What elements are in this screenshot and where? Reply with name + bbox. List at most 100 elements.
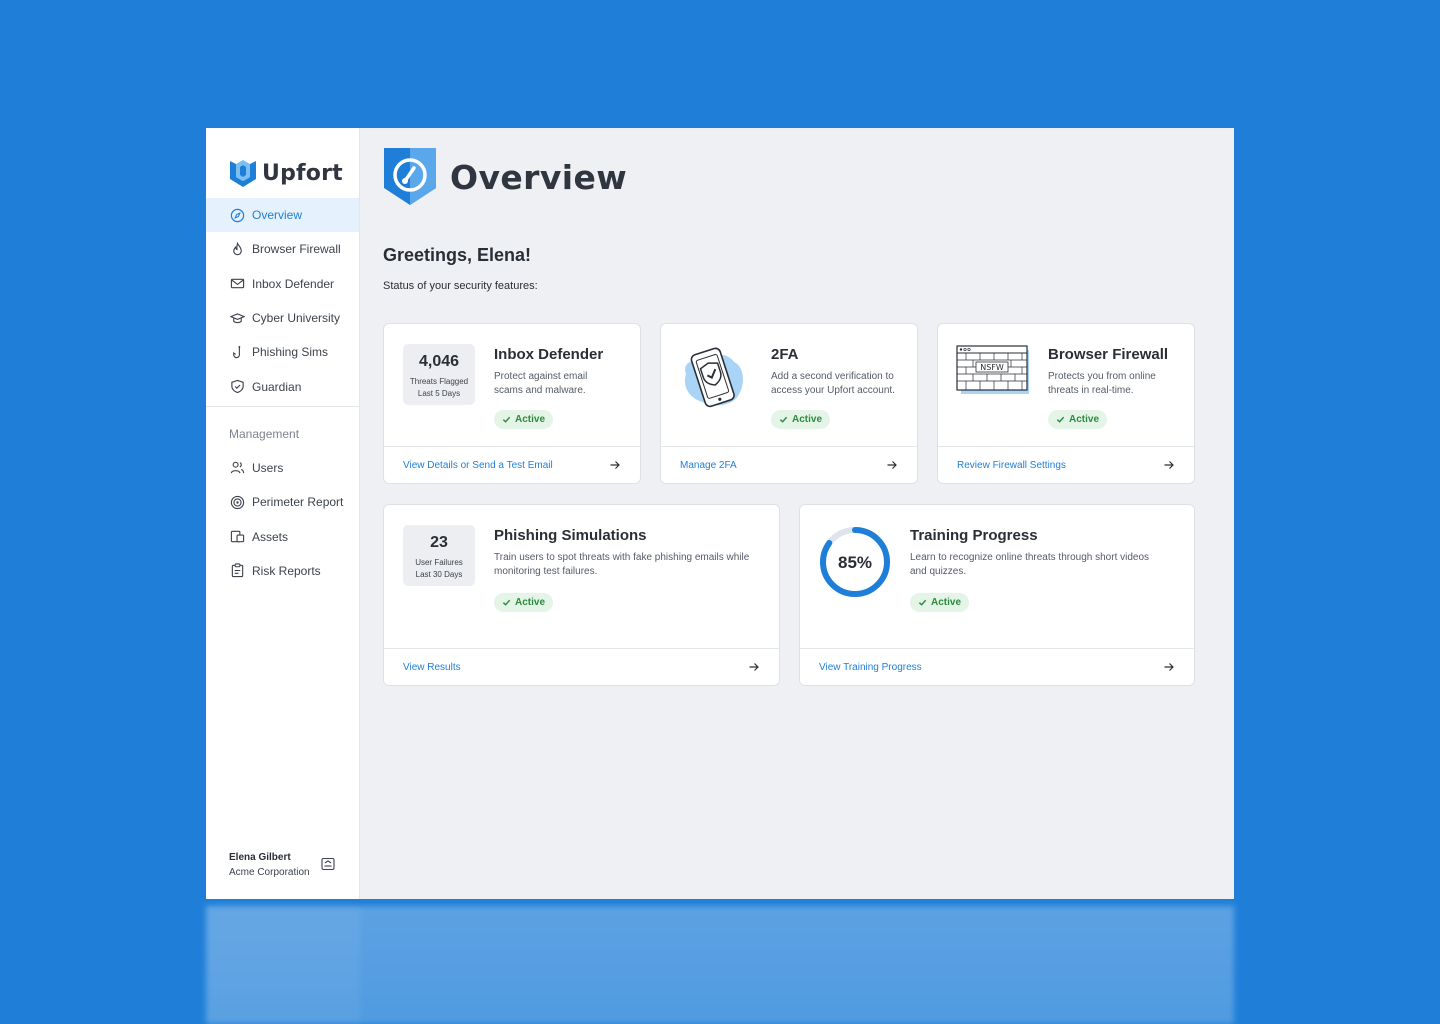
main-content: Overview Greetings, Elena! Status of you… xyxy=(360,128,1234,899)
card-footer-link[interactable]: Review Firewall Settings xyxy=(938,446,1194,483)
stat-label-line-1: Threats Flagged xyxy=(409,377,469,386)
status-badge: Active xyxy=(771,410,831,429)
stat-threats-flagged: 4,046 Threats Flagged Last 5 Days xyxy=(403,344,475,405)
sidebar-item-phishing-sims[interactable]: Phishing Sims xyxy=(206,335,359,369)
card-description-line-1: Train users to spot threats with fake ph… xyxy=(494,552,750,563)
card-footer-link[interactable]: Manage 2FA xyxy=(661,446,917,483)
logout-icon[interactable] xyxy=(321,857,335,871)
checkmark-icon xyxy=(918,599,927,606)
arrow-right-icon xyxy=(1164,663,1174,671)
sidebar-item-label: Assets xyxy=(252,529,289,544)
sidebar-item-browser-firewall[interactable]: Browser Firewall xyxy=(206,232,359,266)
stat-label-line-2: Last 30 Days xyxy=(415,570,463,579)
sidebar-item-overview[interactable]: Overview xyxy=(206,198,359,233)
card-title: 2FA xyxy=(771,346,799,363)
training-progress-ring: 85% xyxy=(820,527,890,597)
upfort-logo-icon xyxy=(230,160,256,187)
checkmark-icon xyxy=(1056,416,1065,423)
sidebar-item-guardian[interactable]: Guardian xyxy=(206,369,359,403)
sidebar-item-label: Browser Firewall xyxy=(252,242,341,257)
firewall-browser-illustration: NSFW xyxy=(956,345,1029,394)
card-description-line-1: Learn to recognize online threats throug… xyxy=(910,552,1150,563)
stat-label-line-1: User Failures xyxy=(415,558,463,567)
card-description: Learn to recognize online threats throug… xyxy=(910,551,1149,579)
assets-icon xyxy=(229,529,245,545)
sidebar-item-label: Phishing Sims xyxy=(252,345,329,360)
sidebar-item-risk-reports[interactable]: Risk Reports xyxy=(206,554,359,588)
sidebar-item-perimeter-report[interactable]: Perimeter Report xyxy=(206,485,359,519)
fishhook-icon xyxy=(229,344,245,360)
arrow-right-icon xyxy=(887,461,897,469)
app-window: Upfort Overview Browser Firewall Inbox D… xyxy=(206,128,1234,899)
card-description: Add a second verification to access your… xyxy=(771,370,895,398)
card-description-line-2: scams and malware. xyxy=(494,385,586,396)
review-firewall-settings-link[interactable]: Review Firewall Settings xyxy=(957,460,1066,471)
card-2fa: 2FA Add a second verification to access … xyxy=(660,323,918,484)
status-text: Active xyxy=(515,597,546,608)
view-details-link[interactable]: View Details or Send a Test Email xyxy=(403,460,553,471)
card-title: Phishing Simulations xyxy=(494,527,647,544)
sidebar-item-label: Inbox Defender xyxy=(252,276,335,291)
sidebar-item-assets[interactable]: Assets xyxy=(206,519,359,553)
page-header: Overview xyxy=(384,148,627,206)
status-text: Active xyxy=(931,597,962,608)
card-description-line-2: monitoring test failures. xyxy=(494,566,598,577)
arrow-right-icon xyxy=(610,461,620,469)
stat-value: 23 xyxy=(430,534,448,551)
manage-2fa-link[interactable]: Manage 2FA xyxy=(680,460,737,471)
sidebar-item-cyber-university[interactable]: Cyber University xyxy=(206,301,359,335)
flame-icon xyxy=(229,241,245,257)
users-icon xyxy=(229,460,245,476)
stat-label: Threats Flagged Last 5 Days xyxy=(403,376,475,400)
target-icon xyxy=(229,494,245,510)
brand-name: Upfort xyxy=(262,160,343,186)
sidebar: Upfort Overview Browser Firewall Inbox D… xyxy=(206,128,360,899)
progress-percent: 85% xyxy=(838,553,872,572)
status-text: Active xyxy=(515,414,546,425)
page-title: Overview xyxy=(450,157,628,197)
greeting: Greetings, Elena! xyxy=(383,245,532,265)
sidebar-item-label: Overview xyxy=(252,208,303,223)
card-description-line-2: and quizzes. xyxy=(910,566,967,577)
card-footer-link[interactable]: View Training Progress xyxy=(800,648,1194,685)
arrow-right-icon xyxy=(1164,461,1174,469)
stat-value: 4,046 xyxy=(418,353,460,370)
sidebar-item-label: Users xyxy=(252,460,284,475)
view-results-link[interactable]: View Results xyxy=(403,662,461,673)
sidebar-item-inbox-defender[interactable]: Inbox Defender xyxy=(206,267,359,301)
stat-label-line-2: Last 5 Days xyxy=(417,389,461,398)
card-description-line-1: Add a second verification to xyxy=(771,371,894,382)
card-description-line-1: Protects you from online xyxy=(1048,371,1156,382)
card-description: Protects you from online threats in real… xyxy=(1048,370,1156,398)
card-phishing-simulations: 23 User Failures Last 30 Days Phishing S… xyxy=(383,504,780,686)
arrow-right-icon xyxy=(749,663,759,671)
sidebar-section-management: Management xyxy=(229,426,300,441)
checkmark-icon xyxy=(502,416,511,423)
card-footer-link[interactable]: View Results xyxy=(384,648,779,685)
status-badge: Active xyxy=(1048,410,1108,429)
card-title: Inbox Defender xyxy=(494,346,604,363)
sidebar-item-label: Guardian xyxy=(252,379,302,394)
screen-reflection xyxy=(206,906,1234,1024)
card-inbox-defender: 4,046 Threats Flagged Last 5 Days Inbox … xyxy=(383,323,641,484)
card-footer-link[interactable]: View Details or Send a Test Email xyxy=(384,446,640,483)
sidebar-item-users[interactable]: Users xyxy=(206,451,359,485)
sidebar-item-label: Perimeter Report xyxy=(252,495,344,510)
shield-check-icon xyxy=(229,379,245,395)
checkmark-icon xyxy=(779,416,788,423)
phone-shield-illustration xyxy=(684,347,743,408)
status-badge: Active xyxy=(494,410,554,429)
status-badge: Active xyxy=(494,593,554,612)
brand-logo[interactable]: Upfort xyxy=(206,128,359,198)
card-description-line-2: access your Upfort account. xyxy=(771,385,895,396)
overview-shield-icon xyxy=(384,148,436,205)
clipboard-icon xyxy=(229,563,245,579)
status-badge: Active xyxy=(910,593,970,612)
graduation-cap-icon xyxy=(229,310,245,326)
envelope-icon xyxy=(229,276,245,292)
card-browser-firewall: NSFW Browser Firewall Protects you from … xyxy=(937,323,1195,484)
sidebar-item-label: Cyber University xyxy=(252,311,341,326)
view-training-progress-link[interactable]: View Training Progress xyxy=(819,662,922,673)
card-title: Browser Firewall xyxy=(1048,346,1169,363)
sidebar-item-label: Risk Reports xyxy=(252,563,321,578)
